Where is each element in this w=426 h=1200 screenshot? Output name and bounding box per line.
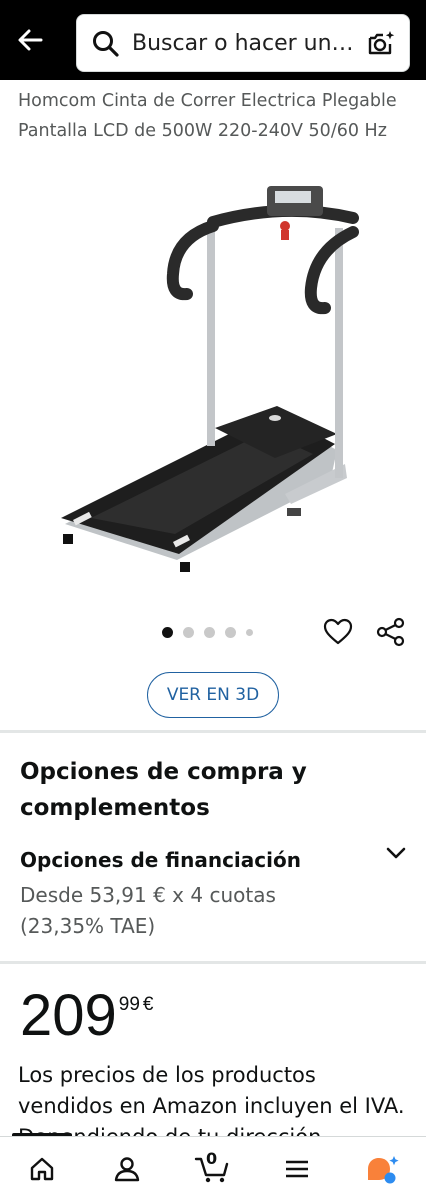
nav-home[interactable] xyxy=(22,1149,62,1189)
back-button[interactable] xyxy=(10,20,50,60)
menu-icon xyxy=(286,1160,308,1178)
financing-description: Desde 53,91 € x 4 cuotas (23,35% TAE) xyxy=(20,883,276,938)
search-text: Buscar o hacer una pregunta xyxy=(132,31,362,56)
top-bar: Buscar o hacer una pregunta xyxy=(0,0,426,80)
divider xyxy=(0,961,426,964)
chevron-down-icon[interactable] xyxy=(382,842,410,866)
search-icon xyxy=(93,31,119,57)
price-currency: € xyxy=(142,994,154,1015)
price-fraction: 99 xyxy=(118,994,140,1015)
product-title[interactable]: Homcom Cinta de Correr Electrica Plegabl… xyxy=(18,86,413,146)
heart-icon[interactable] xyxy=(322,616,354,648)
camera-icon[interactable] xyxy=(365,28,397,60)
rufus-icon xyxy=(368,1156,399,1184)
carousel-dots[interactable] xyxy=(162,625,272,639)
price: 209 99 € xyxy=(20,984,154,1054)
nav-account[interactable] xyxy=(107,1149,147,1189)
view-3d-button[interactable]: VER EN 3D xyxy=(147,672,279,718)
nav-cart[interactable]: 0 xyxy=(192,1149,232,1189)
account-icon xyxy=(114,1157,140,1182)
nav-menu[interactable] xyxy=(277,1149,317,1189)
nav-rufus[interactable] xyxy=(362,1149,402,1189)
share-icon[interactable] xyxy=(375,616,407,648)
carousel-dot[interactable] xyxy=(162,626,173,638)
carousel-dot[interactable] xyxy=(183,626,194,638)
price-whole: 209 xyxy=(20,983,117,1048)
treadmill-image[interactable] xyxy=(55,182,375,582)
search-input[interactable]: Buscar o hacer una pregunta xyxy=(76,14,410,72)
carousel-dot[interactable] xyxy=(225,626,236,638)
carousel-dot[interactable] xyxy=(204,626,215,638)
bottom-nav: 0 xyxy=(0,1136,426,1200)
home-icon xyxy=(30,1157,54,1181)
price-note: Los precios de los productos vendidos en… xyxy=(18,1063,405,1140)
purchase-options-heading: Opciones de compra y complementos xyxy=(20,759,307,821)
back-arrow-icon xyxy=(18,29,43,51)
divider xyxy=(0,730,426,733)
carousel-dot[interactable] xyxy=(246,628,253,636)
cart-count: 0 xyxy=(206,1149,218,1168)
financing-title[interactable]: Opciones de financiación xyxy=(20,843,301,877)
